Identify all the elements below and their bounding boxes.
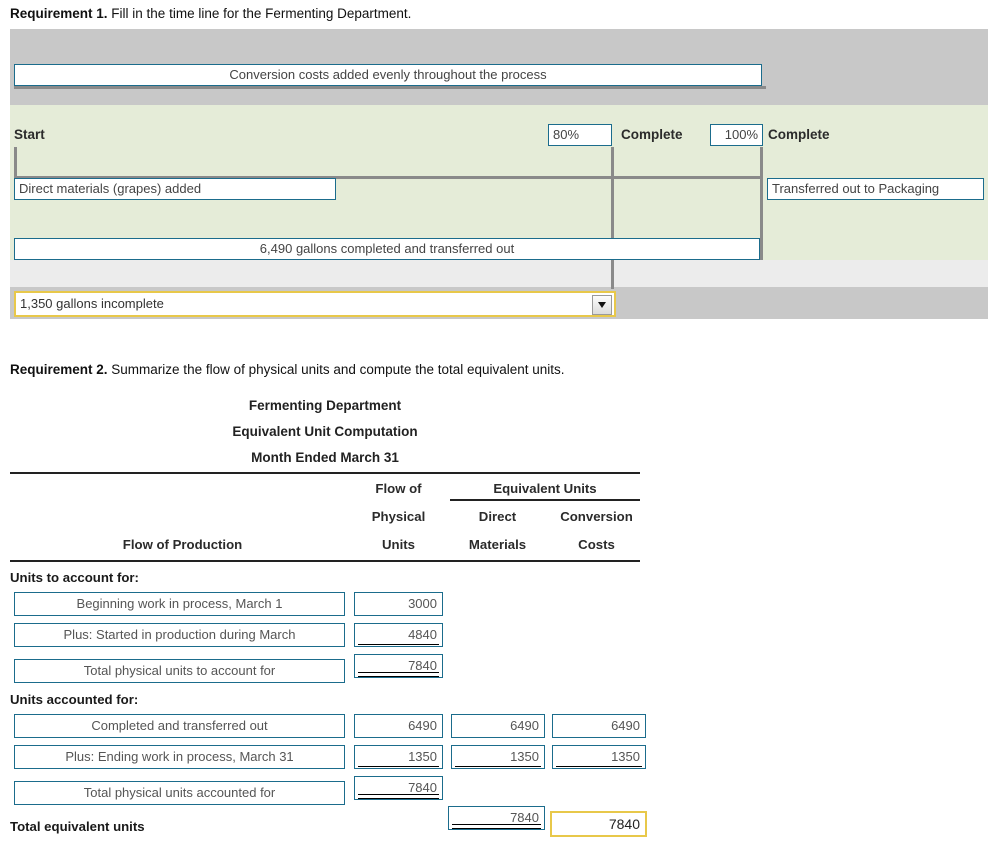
timeline-tick-80 (611, 147, 614, 289)
table-top-rule (10, 472, 640, 474)
requirement-1-heading: Requirement 1. Fill in the time line for… (10, 6, 411, 21)
row-cc-ending-wip[interactable]: 1350 (552, 745, 646, 769)
table-title-line-2: Equivalent Unit Computation (232, 424, 418, 439)
table-title-line-3: Month Ended March 31 (251, 450, 399, 465)
double-underline-rule-top (452, 823, 541, 825)
timeline-tick-100 (760, 147, 763, 260)
table-title-line-1: Fermenting Department (248, 398, 402, 413)
timeline-band-light-2 (10, 260, 988, 287)
percent-100-input[interactable]: 100% (710, 124, 763, 146)
conversion-costs-box[interactable]: Conversion costs added evenly throughout… (14, 64, 762, 86)
row-physical-beginning-wip[interactable]: 3000 (354, 592, 443, 616)
double-underline-rule-top (358, 671, 439, 673)
row-cc-completed-transferred[interactable]: 6490 (552, 714, 646, 738)
row-physical-started-production[interactable]: 4840 (354, 623, 443, 647)
row-physical-ending-wip[interactable]: 1350 (354, 745, 443, 769)
row-dm-ending-wip-value: 1350 (510, 749, 539, 764)
requirement-2-heading: Requirement 2. Summarize the flow of phy… (10, 362, 565, 377)
row-physical-completed-transferred[interactable]: 6490 (354, 714, 443, 738)
header-costs: Costs (578, 537, 615, 552)
header-equivalent-units: Equivalent Units (493, 481, 597, 496)
row-label-beginning-wip[interactable]: Beginning work in process, March 1 (14, 592, 345, 616)
row-physical-total-accounted-for[interactable]: 7840 (354, 776, 443, 800)
header-direct: Direct (478, 509, 517, 524)
complete-100-label: Complete (768, 127, 830, 142)
section-units-accounted-for: Units accounted for: (10, 692, 139, 707)
double-underline-rule-bottom (358, 797, 439, 799)
row-physical-total-to-account-for[interactable]: 7840 (354, 654, 443, 678)
section-units-to-account-for: Units to account for: (10, 570, 139, 585)
header-units: Units (382, 537, 415, 552)
row-cc-ending-wip-value: 1350 (611, 749, 640, 764)
single-underline-rule (358, 765, 439, 767)
row-label-total-to-account-for[interactable]: Total physical units to account for (14, 659, 345, 683)
timeline-panel: Conversion costs added evenly throughout… (10, 29, 988, 319)
row-label-started-production[interactable]: Plus: Started in production during March (14, 623, 345, 647)
gallons-incomplete-value: 1,350 gallons incomplete (20, 296, 164, 311)
single-underline-rule (358, 643, 439, 645)
gallons-incomplete-dropdown[interactable]: 1,350 gallons incomplete (14, 291, 616, 317)
double-underline-rule-bottom (358, 675, 439, 677)
percent-80-input[interactable]: 80% (548, 124, 612, 146)
requirement-2-label: Requirement 2. (10, 362, 108, 377)
header-physical: Physical (371, 509, 426, 524)
row-dm-ending-wip[interactable]: 1350 (451, 745, 545, 769)
completed-transferred-box[interactable]: 6,490 gallons completed and transferred … (14, 238, 760, 260)
row-label-completed-transferred[interactable]: Completed and transferred out (14, 714, 345, 738)
row-physical-started-production-value: 4840 (408, 627, 437, 642)
conversion-costs-underline (14, 86, 766, 89)
requirement-2-text: Summarize the flow of physical units and… (111, 362, 565, 377)
table-header-bottom-rule (10, 560, 640, 562)
chevron-down-icon[interactable] (592, 295, 612, 315)
row-label-ending-wip[interactable]: Plus: Ending work in process, March 31 (14, 745, 345, 769)
total-equivalent-units-direct-materials[interactable]: 7840 (448, 806, 545, 830)
row-dm-completed-transferred[interactable]: 6490 (451, 714, 545, 738)
total-equivalent-units-conversion[interactable]: 7840 (550, 811, 647, 837)
header-materials: Materials (468, 537, 527, 552)
equivalent-units-rule (450, 499, 640, 501)
header-conversion: Conversion (560, 509, 633, 524)
double-underline-rule-top (358, 793, 439, 795)
requirement-1-text: Fill in the time line for the Fermenting… (111, 6, 412, 21)
single-underline-rule (556, 765, 642, 767)
header-flow-of-production: Flow of Production (122, 537, 243, 552)
single-underline-rule (455, 765, 541, 767)
requirement-1-label: Requirement 1. (10, 6, 108, 21)
row-label-total-accounted-for[interactable]: Total physical units accounted for (14, 781, 345, 805)
direct-materials-box[interactable]: Direct materials (grapes) added (14, 178, 336, 200)
total-equivalent-units-label: Total equivalent units (10, 819, 145, 834)
timeline-start-label: Start (14, 127, 45, 142)
complete-80-label: Complete (621, 127, 683, 142)
double-underline-rule-bottom (452, 827, 541, 829)
header-flow-of: Flow of (375, 481, 422, 496)
transferred-out-box[interactable]: Transferred out to Packaging (767, 178, 984, 200)
row-physical-ending-wip-value: 1350 (408, 749, 437, 764)
